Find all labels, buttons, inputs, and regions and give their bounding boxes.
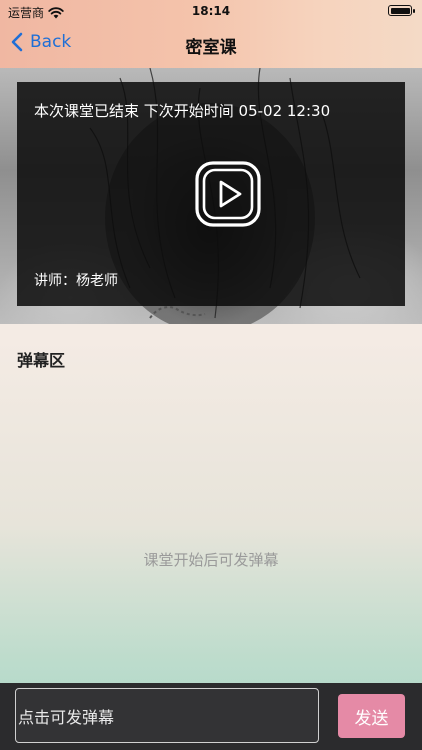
danmaku-input-bar: 点击可发弹幕 发送 bbox=[0, 683, 422, 750]
danmaku-input[interactable]: 点击可发弹幕 bbox=[15, 688, 319, 743]
navigation-bar: Back 密室课 bbox=[0, 22, 422, 66]
page-title: 密室课 bbox=[185, 38, 237, 58]
send-button[interactable]: 发送 bbox=[338, 694, 405, 738]
battery-icon bbox=[388, 5, 415, 16]
status-bar: 运营商 18:14 bbox=[0, 0, 422, 22]
play-icon[interactable] bbox=[194, 160, 262, 228]
class-status-overlay: 本次课堂已结束 下次开始时间 05-02 12:30 讲师：杨老师 bbox=[17, 82, 405, 306]
teacher-name: 讲师：杨老师 bbox=[34, 273, 118, 289]
clock: 18:14 bbox=[191, 4, 231, 18]
danmaku-section-title: 弹幕区 bbox=[17, 351, 66, 370]
class-status-text: 本次课堂已结束 下次开始时间 05-02 12:30 bbox=[34, 102, 331, 120]
danmaku-empty-hint: 课堂开始后可发弹幕 bbox=[143, 551, 279, 569]
